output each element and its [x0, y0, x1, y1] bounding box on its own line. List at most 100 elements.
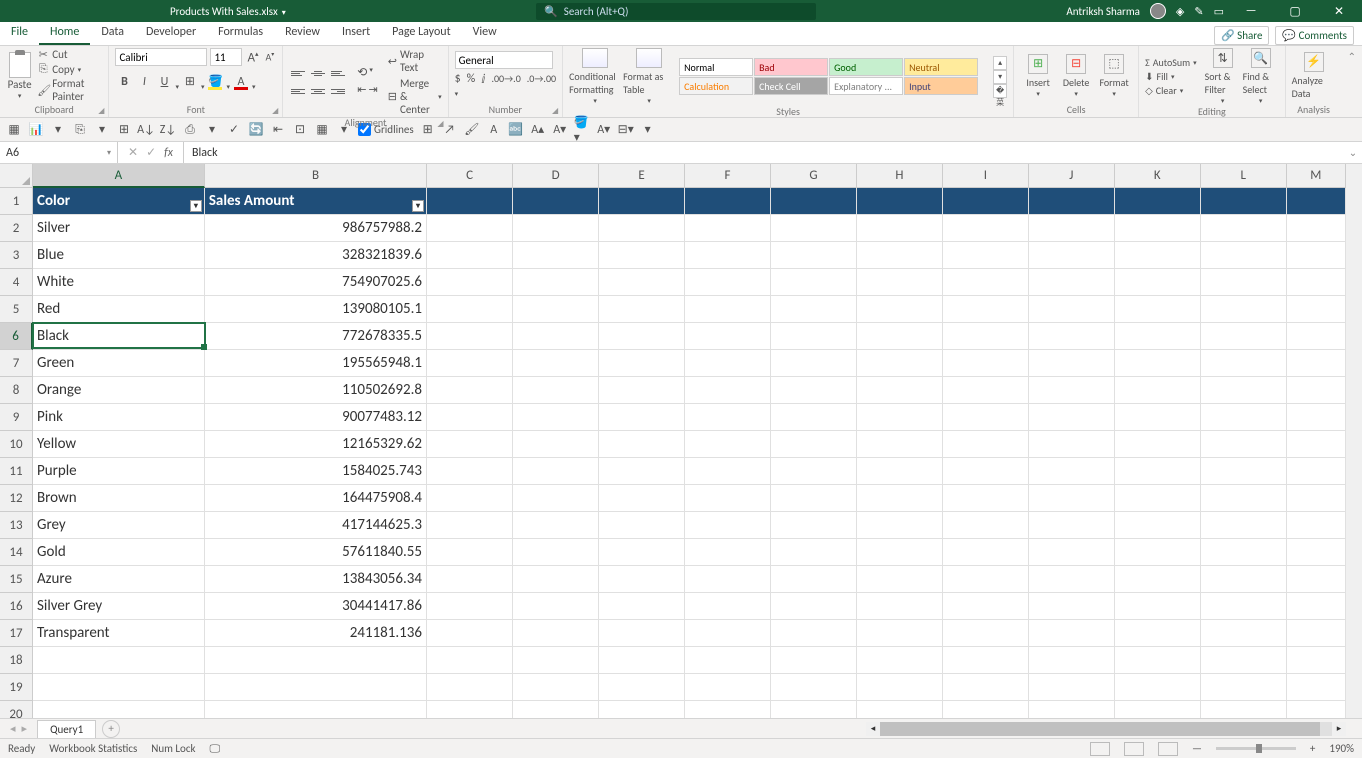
- qat-icon[interactable]: ⎙: [182, 122, 198, 138]
- cell-F6[interactable]: [685, 323, 771, 350]
- percent-button[interactable]: %: [467, 72, 476, 100]
- cell-G9[interactable]: [771, 404, 857, 431]
- cell-B20[interactable]: [205, 701, 427, 718]
- cell-J6[interactable]: [1029, 323, 1115, 350]
- cell-F7[interactable]: [685, 350, 771, 377]
- cell-C6[interactable]: [427, 323, 513, 350]
- cell-B18[interactable]: [205, 647, 427, 674]
- cell-B12[interactable]: 164475908.4: [205, 485, 427, 512]
- conditional-formatting-button[interactable]: Conditional Formatting▾: [569, 48, 621, 105]
- cell-M13[interactable]: [1287, 512, 1346, 539]
- cell-M16[interactable]: [1287, 593, 1346, 620]
- horizontal-scrollbar[interactable]: ◂▸: [866, 722, 1346, 736]
- cell-A15[interactable]: Azure: [33, 566, 205, 593]
- cell-D3[interactable]: [513, 242, 599, 269]
- cell-F4[interactable]: [685, 269, 771, 296]
- cell-B19[interactable]: [205, 674, 427, 701]
- qat-icon[interactable]: ⊟▾: [618, 122, 634, 138]
- sort-filter-button[interactable]: ⇅Sort & Filter▾: [1205, 48, 1241, 105]
- cell-D5[interactable]: [513, 296, 599, 323]
- cell-C1[interactable]: [427, 188, 513, 215]
- cell-E9[interactable]: [599, 404, 685, 431]
- cell-M7[interactable]: [1287, 350, 1346, 377]
- cell-F3[interactable]: [685, 242, 771, 269]
- cell-L19[interactable]: [1201, 674, 1287, 701]
- font-size-select[interactable]: [210, 48, 242, 66]
- cell-L20[interactable]: [1201, 701, 1287, 718]
- cell-E10[interactable]: [599, 431, 685, 458]
- cell-D8[interactable]: [513, 377, 599, 404]
- cell-E16[interactable]: [599, 593, 685, 620]
- cell-C2[interactable]: [427, 215, 513, 242]
- qat-icon[interactable]: ▾: [204, 122, 220, 138]
- cell-J1[interactable]: [1029, 188, 1115, 215]
- cell-D1[interactable]: [513, 188, 599, 215]
- tab-home[interactable]: Home: [39, 22, 90, 45]
- cell-A20[interactable]: [33, 701, 205, 718]
- cell-C19[interactable]: [427, 674, 513, 701]
- normal-view-button[interactable]: [1090, 742, 1110, 756]
- cell-A2[interactable]: Silver: [33, 215, 205, 242]
- row-header-11[interactable]: 11: [0, 458, 33, 485]
- cell-E12[interactable]: [599, 485, 685, 512]
- cell-H3[interactable]: [857, 242, 943, 269]
- cell-H19[interactable]: [857, 674, 943, 701]
- merge-center-button[interactable]: ⊟Merge & Center ▾: [388, 77, 442, 116]
- cell-L17[interactable]: [1201, 620, 1287, 647]
- col-header-C[interactable]: C: [427, 164, 513, 188]
- cell-F13[interactable]: [685, 512, 771, 539]
- cell-F8[interactable]: [685, 377, 771, 404]
- cell-L15[interactable]: [1201, 566, 1287, 593]
- zoom-in-button[interactable]: +: [1310, 742, 1315, 755]
- cell-C20[interactable]: [427, 701, 513, 718]
- cell-I3[interactable]: [943, 242, 1029, 269]
- cell-H18[interactable]: [857, 647, 943, 674]
- cell-I15[interactable]: [943, 566, 1029, 593]
- wrap-text-button[interactable]: ↩Wrap Text: [388, 48, 442, 74]
- filter-button[interactable]: ▾: [412, 200, 424, 212]
- col-header-F[interactable]: F: [685, 164, 771, 188]
- cell-M10[interactable]: [1287, 431, 1346, 458]
- cell-J13[interactable]: [1029, 512, 1115, 539]
- cell-C9[interactable]: [427, 404, 513, 431]
- clear-button[interactable]: ◇Clear ▾: [1145, 84, 1197, 97]
- autosum-button[interactable]: ΣAutoSum ▾: [1145, 56, 1197, 69]
- tab-page-layout[interactable]: Page Layout: [381, 22, 461, 45]
- format-painter-button[interactable]: 🖌Format Painter: [37, 77, 102, 103]
- decrease-indent-button[interactable]: ⇤: [357, 83, 366, 99]
- cell-F12[interactable]: [685, 485, 771, 512]
- cell-A3[interactable]: Blue: [33, 242, 205, 269]
- qat-icon[interactable]: A: [486, 122, 502, 138]
- cell-H11[interactable]: [857, 458, 943, 485]
- cell-D15[interactable]: [513, 566, 599, 593]
- tab-formulas[interactable]: Formulas: [207, 22, 274, 45]
- cell-C17[interactable]: [427, 620, 513, 647]
- cell-G12[interactable]: [771, 485, 857, 512]
- row-header-5[interactable]: 5: [0, 296, 33, 323]
- cell-D4[interactable]: [513, 269, 599, 296]
- page-layout-view-button[interactable]: [1124, 742, 1144, 756]
- cell-A10[interactable]: Yellow: [33, 431, 205, 458]
- cell-H4[interactable]: [857, 269, 943, 296]
- cell-A6[interactable]: Black: [33, 323, 205, 350]
- col-header-H[interactable]: H: [857, 164, 943, 188]
- col-header-J[interactable]: J: [1029, 164, 1115, 188]
- cell-G20[interactable]: [771, 701, 857, 718]
- cell-G13[interactable]: [771, 512, 857, 539]
- cell-M9[interactable]: [1287, 404, 1346, 431]
- style-calculation[interactable]: Calculation: [679, 77, 753, 95]
- cell-H16[interactable]: [857, 593, 943, 620]
- cell-H15[interactable]: [857, 566, 943, 593]
- zoom-out-button[interactable]: —: [1192, 742, 1202, 755]
- cell-L8[interactable]: [1201, 377, 1287, 404]
- cell-F14[interactable]: [685, 539, 771, 566]
- cell-H13[interactable]: [857, 512, 943, 539]
- cell-L11[interactable]: [1201, 458, 1287, 485]
- sheet-nav-next[interactable]: ▸: [22, 722, 28, 735]
- cell-K3[interactable]: [1115, 242, 1201, 269]
- cell-A17[interactable]: Transparent: [33, 620, 205, 647]
- cell-J14[interactable]: [1029, 539, 1115, 566]
- cell-C18[interactable]: [427, 647, 513, 674]
- cell-B17[interactable]: 241181.136: [205, 620, 427, 647]
- find-select-button[interactable]: 🔍Find & Select▾: [1243, 48, 1279, 105]
